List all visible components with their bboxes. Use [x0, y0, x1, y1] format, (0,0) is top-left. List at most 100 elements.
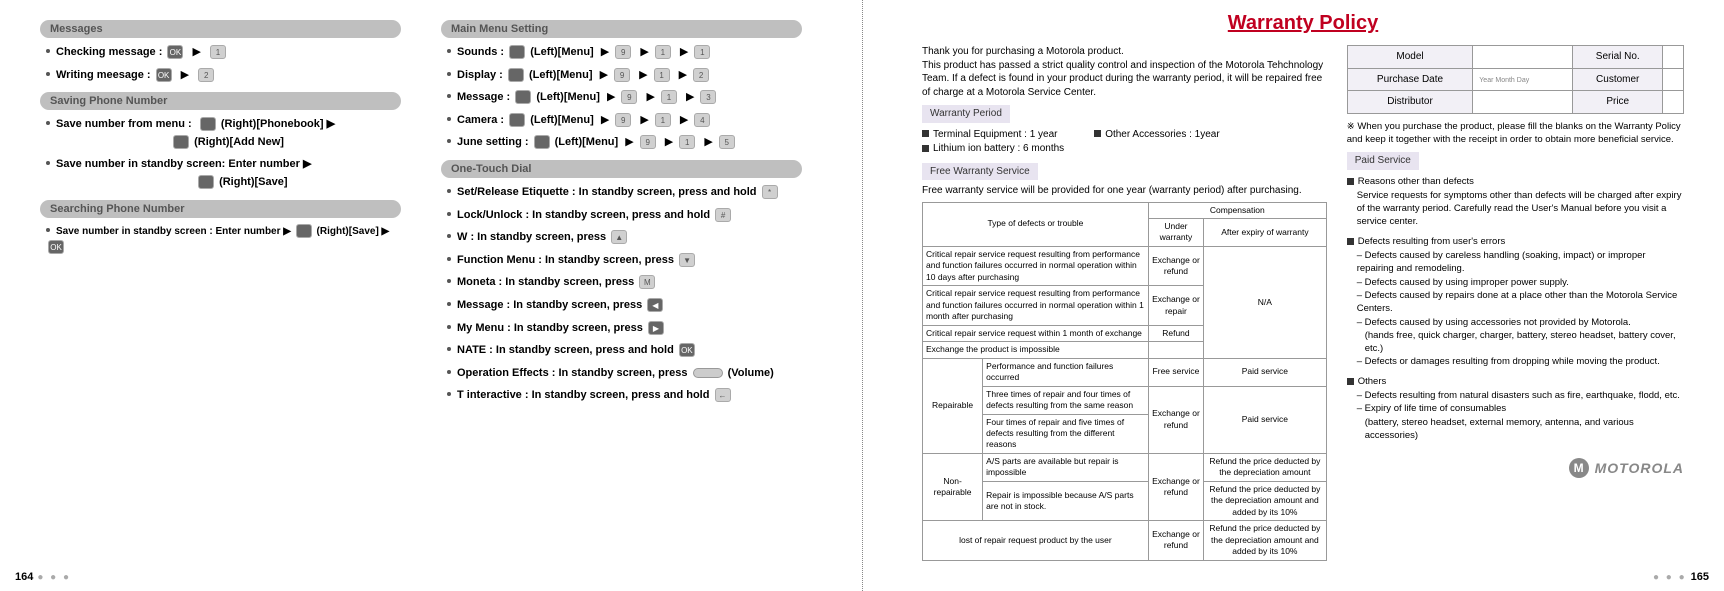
camera-label: Camera : — [457, 114, 504, 126]
mymenu-label: My Menu : In standby screen, press — [457, 322, 643, 334]
info-model-label: Model — [1347, 46, 1473, 69]
tr2-under: Exchange or repair — [1148, 286, 1203, 325]
paid-reasons-text: Service requests for symptoms other than… — [1357, 189, 1684, 229]
tr9-after: Refund the price deducted by the depreci… — [1204, 481, 1327, 520]
info-customer-label: Customer — [1573, 68, 1663, 91]
ot-moneta: Moneta : In standby screen, press M — [447, 274, 802, 292]
key-9-icon: 9 — [640, 135, 656, 149]
softkey-icon — [509, 45, 525, 59]
wp-accessories: Other Accessories : 1year — [1094, 128, 1220, 142]
tr6-desc: Three times of repair and four times of … — [983, 386, 1149, 414]
nate-label: NATE : In standby screen, press and hold — [457, 344, 674, 356]
sounds-label: Sounds : — [457, 46, 504, 58]
tr1-under: Exchange or refund — [1148, 246, 1203, 285]
softkey-icon — [509, 113, 525, 127]
fill-note: ※ When you purchase the product, please … — [1347, 120, 1684, 147]
messages-item-2: Writing meesage : OK ▶ 2 — [46, 67, 401, 85]
motorola-logo: M MOTOROLA — [1347, 458, 1684, 478]
right-addnew-label: (Right)[Add New] — [194, 136, 284, 148]
search-standby-label: Save number in standby screen : Enter nu… — [56, 226, 291, 237]
paid-user-errors-head: Defects resulting from user's errors — [1347, 235, 1684, 248]
key-1-icon: 1 — [679, 135, 695, 149]
ot-op: Operation Effects : In standby screen, p… — [447, 365, 802, 383]
otmsg-label: Message : In standby screen, press — [457, 299, 642, 311]
mm-message: Message : (Left)[Menu] ▶9 ▶1 ▶3 — [447, 89, 802, 107]
leftmenu-label: (Left)[Menu] — [530, 46, 594, 58]
info-model-value[interactable] — [1473, 46, 1573, 69]
warranty-right-col: Model Serial No. Purchase Date Year Mont… — [1347, 45, 1684, 561]
tr6-after: Paid service — [1204, 386, 1327, 453]
ue-c: – Defects caused by repairs done at a pl… — [1357, 289, 1684, 316]
volume-label: (Volume) — [728, 367, 774, 379]
page-left: Messages Checking message : OK ▶ 1 Writi… — [0, 0, 862, 591]
saving-item-2: Save number in standby screen: Enter num… — [46, 156, 401, 191]
lock-label: Lock/Unlock : In standby screen, press a… — [457, 209, 710, 221]
key-2-icon: 2 — [693, 68, 709, 82]
paid-reasons-head: Reasons other than defects — [1347, 175, 1684, 188]
ok-key-icon: OK — [167, 45, 183, 59]
tr5-desc: Performance and function failures occurr… — [983, 358, 1149, 386]
tr1-desc: Critical repair service request resultin… — [923, 246, 1149, 285]
oth-b: – Expiry of life time of consumables — [1357, 402, 1684, 415]
key-1-icon: 1 — [661, 90, 677, 104]
tr9-desc: Repair is impossible because A/S parts a… — [983, 481, 1149, 520]
checking-message-label: Checking message : — [56, 46, 162, 58]
left-col-1: Messages Checking message : OK ▶ 1 Writi… — [40, 12, 401, 410]
info-price-value[interactable] — [1663, 91, 1684, 114]
star-key-icon: * — [762, 185, 778, 199]
messages-item-1: Checking message : OK ▶ 1 — [46, 44, 401, 62]
saving-header: Saving Phone Number — [40, 92, 401, 110]
key-4-icon: 4 — [694, 113, 710, 127]
key-9-icon: 9 — [614, 68, 630, 82]
moneta-label: Moneta : In standby screen, press — [457, 276, 634, 288]
softkey-icon — [515, 90, 531, 104]
intro-line-1: Thank you for purchasing a Motorola prod… — [922, 45, 1327, 59]
th-comp: Compensation — [1148, 202, 1326, 218]
writing-message-label: Writing meesage : — [56, 69, 151, 81]
message-label: Message : — [457, 91, 510, 103]
mm-june: June setting : (Left)[Menu] ▶9 ▶1 ▶5 — [447, 134, 802, 152]
back-key-icon: ← — [715, 388, 731, 402]
key-9-icon: 9 — [615, 113, 631, 127]
ot-lock: Lock/Unlock : In standby screen, press a… — [447, 207, 802, 225]
tr4-desc: Exchange the product is impossible — [923, 342, 1149, 358]
mm-display: Display : (Left)[Menu] ▶9 ▶1 ▶2 — [447, 67, 802, 85]
leftmenu-label: (Left)[Menu] — [530, 114, 594, 126]
right-save-label: (Right)[Save] — [219, 176, 287, 188]
info-serial-value[interactable] — [1663, 46, 1684, 69]
motorola-batwing-icon: M — [1569, 458, 1589, 478]
info-dist-label: Distributor — [1347, 91, 1473, 114]
free-warranty-line: Free warranty service will be provided f… — [922, 184, 1327, 198]
moneta-key-icon: M — [639, 275, 655, 289]
pagenum-164: 164 — [15, 571, 33, 583]
intro-line-2: This product has passed a strict quality… — [922, 59, 1327, 100]
softkey-icon — [198, 175, 214, 189]
ot-nate: NATE : In standby screen, press and hold… — [447, 342, 802, 360]
leftmenu-label: (Left)[Menu] — [529, 69, 593, 81]
info-dist-value[interactable] — [1473, 91, 1573, 114]
display-label: Display : — [457, 69, 503, 81]
searching-item: Save number in standby screen : Enter nu… — [46, 224, 401, 256]
tr8-under: Exchange or refund — [1148, 453, 1203, 520]
softkey-icon — [200, 117, 216, 131]
tr-nonrepairable: Non-repairable — [923, 453, 983, 520]
opfx-label: Operation Effects : In standby screen, p… — [457, 367, 687, 379]
pagenum-165: 165 — [1691, 571, 1709, 583]
key-1-icon: 1 — [210, 45, 226, 59]
tint-label: T interactive : In standby screen, press… — [457, 389, 709, 401]
tr10-after: Refund the price deducted by the depreci… — [1204, 521, 1327, 560]
tr8-after: Refund the price deducted by the depreci… — [1204, 453, 1327, 481]
info-customer-value[interactable] — [1663, 68, 1684, 91]
mainmenu-header: Main Menu Setting — [441, 20, 802, 38]
leftmenu-label: (Left)[Menu] — [536, 91, 600, 103]
ue-d2: (hands free, quick charger, charger, bat… — [1365, 329, 1684, 356]
page-number-left: 164● ● ● — [15, 571, 71, 583]
th-after: After expiry of warranty — [1204, 218, 1327, 246]
key-3-icon: 3 — [700, 90, 716, 104]
save-from-menu-label: Save number from menu : — [56, 118, 192, 130]
th-type: Type of defects or trouble — [923, 202, 1149, 246]
onetouch-header: One-Touch Dial — [441, 160, 802, 178]
info-pdate-value[interactable]: Year Month Day — [1473, 68, 1573, 91]
tr5-after: Paid service — [1204, 358, 1327, 386]
tr6-under: Exchange or refund — [1148, 386, 1203, 453]
